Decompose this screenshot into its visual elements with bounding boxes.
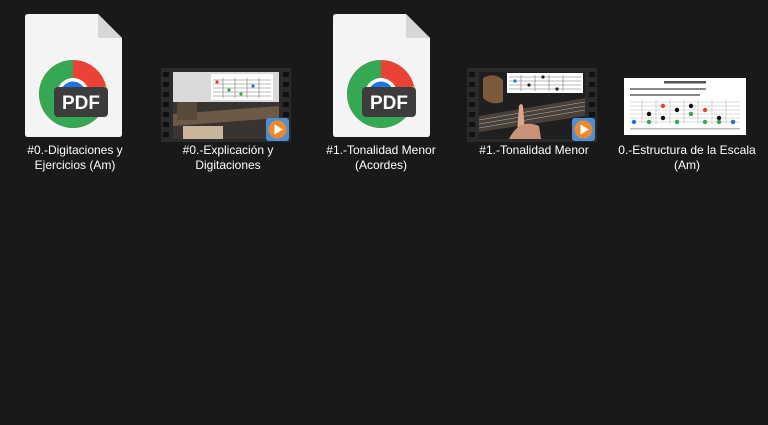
pdf-badge-label: PDF bbox=[62, 93, 100, 114]
video-thumbnail bbox=[459, 6, 609, 142]
file-name: #0.-Explicación y Digitaciones bbox=[182, 143, 274, 172]
play-icon bbox=[266, 118, 289, 141]
file-name: #1.-Tonalidad Menor bbox=[479, 143, 589, 157]
file-explorer-view: PDF #0.-Digitaciones y Ejercicios (Am) #… bbox=[0, 0, 768, 425]
file-item-tonalidad-menor[interactable]: #1.-Tonalidad Menor bbox=[459, 6, 609, 184]
file-item-estructura-escala[interactable]: 0.-Estructura de la Escala (Am) bbox=[612, 6, 762, 184]
chrome-pdf-icon: PDF bbox=[306, 6, 456, 142]
file-name: 0.-Estructura de la Escala (Am) bbox=[618, 143, 756, 172]
file-item-tonalidad-menor-acordes[interactable]: PDF #1.-Tonalidad Menor (Acordes) bbox=[306, 6, 456, 184]
file-item-digitaciones-ejercicios[interactable]: PDF #0.-Digitaciones y Ejercicios (Am) bbox=[0, 6, 150, 184]
chrome-pdf-icon: PDF bbox=[0, 6, 150, 142]
play-icon bbox=[572, 118, 595, 141]
video-thumbnail bbox=[153, 6, 303, 142]
file-name: #1.-Tonalidad Menor (Acordes) bbox=[326, 143, 436, 172]
image-thumbnail bbox=[612, 6, 762, 142]
pdf-badge-label: PDF bbox=[370, 93, 408, 114]
file-name: #0.-Digitaciones y Ejercicios (Am) bbox=[27, 143, 123, 172]
file-item-explicacion-digitaciones[interactable]: #0.-Explicación y Digitaciones bbox=[153, 6, 303, 184]
